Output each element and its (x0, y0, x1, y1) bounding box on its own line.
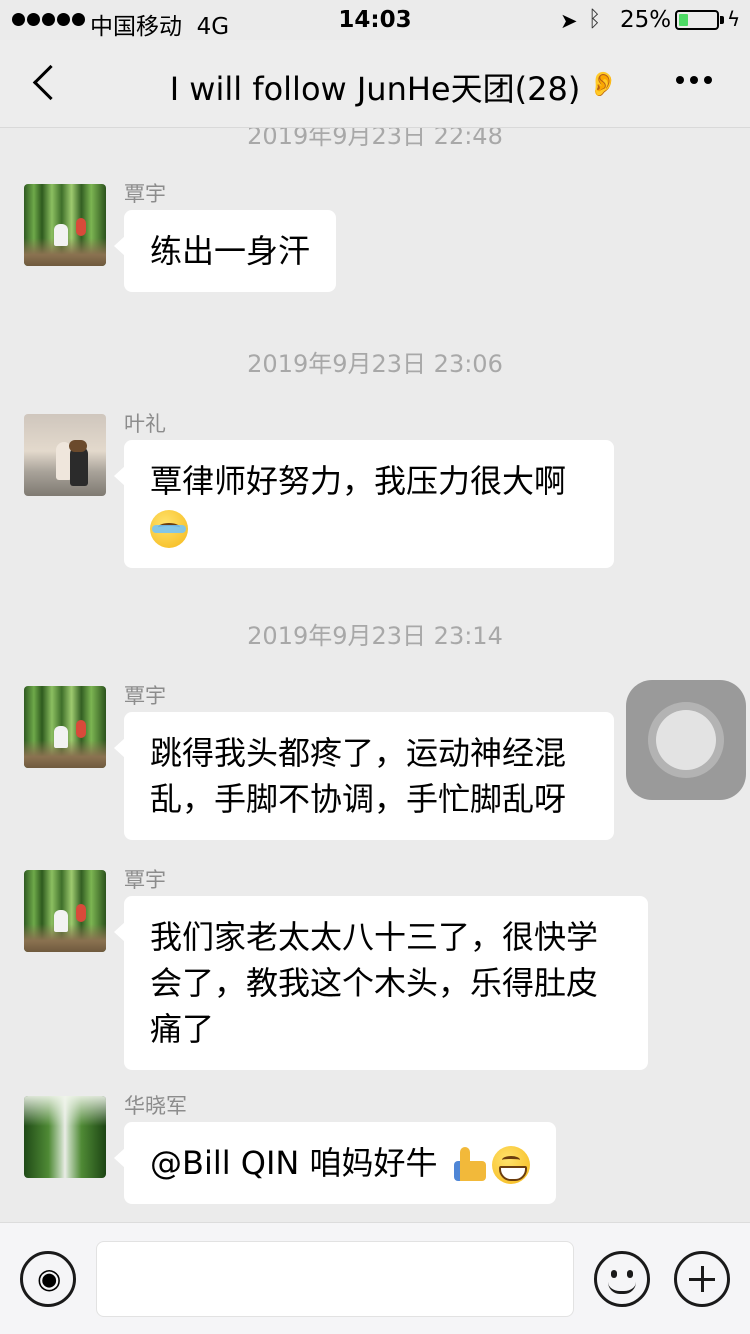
sender-name: 覃宇 (124, 684, 166, 708)
assistive-touch-button[interactable] (626, 680, 746, 800)
voice-button[interactable]: ◉ (20, 1251, 76, 1307)
message-text-line: 我们家老太太八十三了，很快学 (150, 918, 599, 956)
location-arrow-icon: ➤ (560, 9, 578, 33)
battery-icon (675, 10, 719, 30)
sender-name: 覃宇 (124, 182, 166, 206)
message-text: 覃律师好努力，我压力很大啊 (150, 462, 567, 500)
crying-laughing-emoji-icon (150, 510, 188, 548)
avatar[interactable] (24, 870, 106, 952)
message-bubble[interactable]: 我们家老太太八十三了，很快学 会了，教我这个木头，乐得肚皮 痛了 (114, 896, 648, 1070)
message-bubble[interactable]: 覃律师好努力，我压力很大啊 (114, 440, 614, 568)
message-input[interactable] (96, 1241, 574, 1317)
message-bubble[interactable]: 跳得我头都疼了，运动神经混 乱，手脚不协调，手忙脚乱呀 (114, 712, 614, 840)
avatar[interactable] (24, 1096, 106, 1178)
message-text: @Bill QIN 咱妈好牛 (150, 1144, 438, 1182)
message-bubble[interactable]: @Bill QIN 咱妈好牛 (114, 1122, 556, 1204)
nav-bar: I will follow JunHe天团(28) 👂 (0, 40, 750, 128)
input-bar: ◉ (0, 1222, 750, 1334)
more-dot-icon (676, 76, 684, 84)
timestamp: 2019年9月23日 23:06 (247, 350, 503, 378)
message-text-line: 乱，手脚不协调，手忙脚乱呀 (150, 780, 567, 818)
avatar[interactable] (24, 184, 106, 266)
message-text: 练出一身汗 (150, 232, 311, 270)
sender-name: 覃宇 (124, 868, 166, 892)
bluetooth-icon: ᛒ (588, 7, 602, 32)
ear-muted-icon: 👂 (588, 70, 618, 98)
message-text-line: 跳得我头都疼了，运动神经混 (150, 734, 567, 772)
timestamp: 2019年9月23日 22:48 (247, 128, 503, 150)
avatar[interactable] (24, 686, 106, 768)
battery-fill (679, 14, 688, 26)
charging-bolt-icon: ϟ (727, 7, 741, 31)
status-bar: 中国移动 4G 14:03 ➤ ᛒ 25% ϟ (0, 0, 750, 40)
battery-tip (720, 16, 724, 24)
emoji-button[interactable] (594, 1251, 650, 1307)
sender-name: 叶礼 (124, 412, 166, 436)
more-dot-icon (704, 76, 712, 84)
message-list[interactable]: 2019年9月23日 22:48 覃宇 练出一身汗 2019年9月23日 23:… (0, 128, 750, 1222)
chat-screen: 中国移动 4G 14:03 ➤ ᛒ 25% ϟ I will follow Ju… (0, 0, 750, 1334)
message-text-line: 痛了 (150, 1010, 215, 1048)
thumbs-up-emoji-icon (448, 1147, 486, 1183)
assistive-touch-dot (656, 710, 716, 770)
avatar[interactable] (24, 414, 106, 496)
more-button[interactable] (676, 76, 712, 84)
grinning-emoji-icon (491, 1146, 530, 1184)
message-text-line: 会了，教我这个木头，乐得肚皮 (150, 964, 599, 1002)
emoji-icon (611, 1270, 617, 1278)
plus-button[interactable] (674, 1251, 730, 1307)
chat-title[interactable]: I will follow JunHe天团(28) (0, 64, 750, 110)
more-dot-icon (690, 76, 698, 84)
voice-icon: ◉ (37, 1262, 62, 1295)
sender-name: 华晓军 (124, 1094, 187, 1118)
battery-percent: 25% (620, 7, 672, 33)
timestamp: 2019年9月23日 23:14 (247, 622, 503, 650)
message-bubble[interactable]: 练出一身汗 (113, 210, 337, 292)
